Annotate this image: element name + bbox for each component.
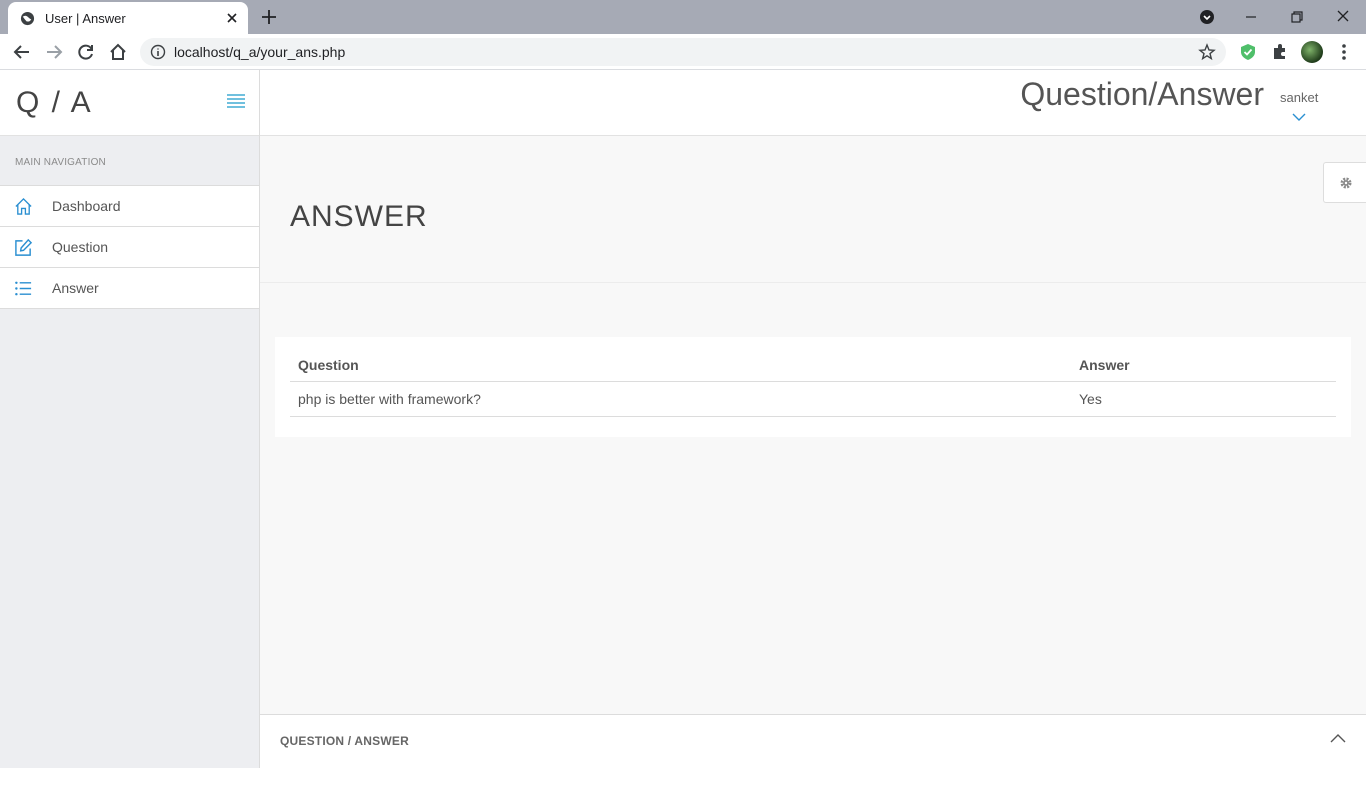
gear-icon	[1340, 177, 1352, 189]
sidebar-item-label: Answer	[52, 280, 99, 296]
sidebar-item-label: Question	[52, 239, 109, 255]
minimize-icon[interactable]	[1240, 6, 1262, 28]
page-title: ANSWER	[290, 200, 428, 233]
forward-icon[interactable]	[44, 42, 64, 62]
home-icon	[15, 197, 32, 215]
settings-toggle[interactable]	[1323, 162, 1366, 203]
tab-search-icon[interactable]	[1196, 6, 1218, 28]
sidebar-item-dashboard[interactable]: Dashboard	[0, 186, 259, 227]
address-bar[interactable]: localhost/q_a/your_ans.php	[140, 38, 1226, 66]
profile-avatar[interactable]	[1301, 41, 1323, 63]
chevron-up-icon[interactable]	[1330, 733, 1346, 743]
edit-icon	[15, 238, 33, 256]
footer-text: QUESTION / ANSWER	[280, 734, 409, 748]
app-title: Question/Answer	[1020, 76, 1264, 112]
browser-tab[interactable]: User | Answer	[8, 2, 248, 34]
sidebar-item-label: Dashboard	[52, 198, 121, 214]
column-header-question: Question	[290, 349, 1071, 382]
close-tab-icon[interactable]	[224, 10, 240, 26]
user-name[interactable]: sanket	[1280, 90, 1318, 105]
footer: QUESTION / ANSWER	[260, 714, 1366, 768]
url-text[interactable]: localhost/q_a/your_ans.php	[174, 44, 345, 60]
list-icon	[15, 281, 32, 296]
nav-heading: MAIN NAVIGATION	[15, 157, 106, 168]
back-icon[interactable]	[12, 42, 32, 62]
shield-extension-icon[interactable]	[1238, 42, 1258, 62]
restore-icon[interactable]	[1286, 6, 1308, 28]
answer-table: Question Answer php is better with frame…	[290, 349, 1336, 417]
reload-icon[interactable]	[76, 42, 96, 62]
brand-bar: Q / A	[0, 70, 259, 136]
globe-icon	[20, 11, 35, 25]
new-tab-icon[interactable]	[260, 8, 278, 26]
logo[interactable]: Q / A	[16, 86, 93, 120]
tab-title: User | Answer	[45, 10, 126, 26]
browser-tab-strip: User | Answer	[0, 0, 1366, 34]
window-bottom-edge	[0, 768, 1366, 786]
sidebar-item-question[interactable]: Question	[0, 227, 259, 268]
top-header: Question/Answer sanket	[260, 70, 1366, 136]
info-icon[interactable]	[150, 44, 166, 60]
home-browser-icon[interactable]	[108, 42, 128, 62]
extensions-puzzle-icon[interactable]	[1270, 42, 1290, 62]
browser-menu-icon[interactable]	[1334, 42, 1354, 62]
sidebar: Q / A MAIN NAVIGATION Dashboard Question	[0, 70, 260, 768]
bookmark-star-icon[interactable]	[1198, 43, 1216, 61]
nav-list: Dashboard Question Answer	[0, 185, 259, 309]
column-header-answer: Answer	[1071, 349, 1336, 382]
sidebar-item-answer[interactable]: Answer	[0, 268, 259, 309]
menu-toggle-icon[interactable]	[227, 94, 245, 109]
browser-toolbar: localhost/q_a/your_ans.php	[0, 34, 1366, 70]
page-title-band: ANSWER	[260, 136, 1366, 283]
close-window-icon[interactable]	[1332, 6, 1354, 28]
table-row: php is better with framework? Yes	[290, 381, 1336, 417]
table-header-row: Question Answer	[290, 349, 1336, 382]
question-cell: php is better with framework?	[290, 381, 1071, 417]
answer-table-panel: Question Answer php is better with frame…	[275, 337, 1351, 437]
chevron-down-icon[interactable]	[1292, 112, 1306, 122]
page: Q / A MAIN NAVIGATION Dashboard Question	[0, 70, 1366, 768]
answer-cell: Yes	[1071, 381, 1336, 417]
